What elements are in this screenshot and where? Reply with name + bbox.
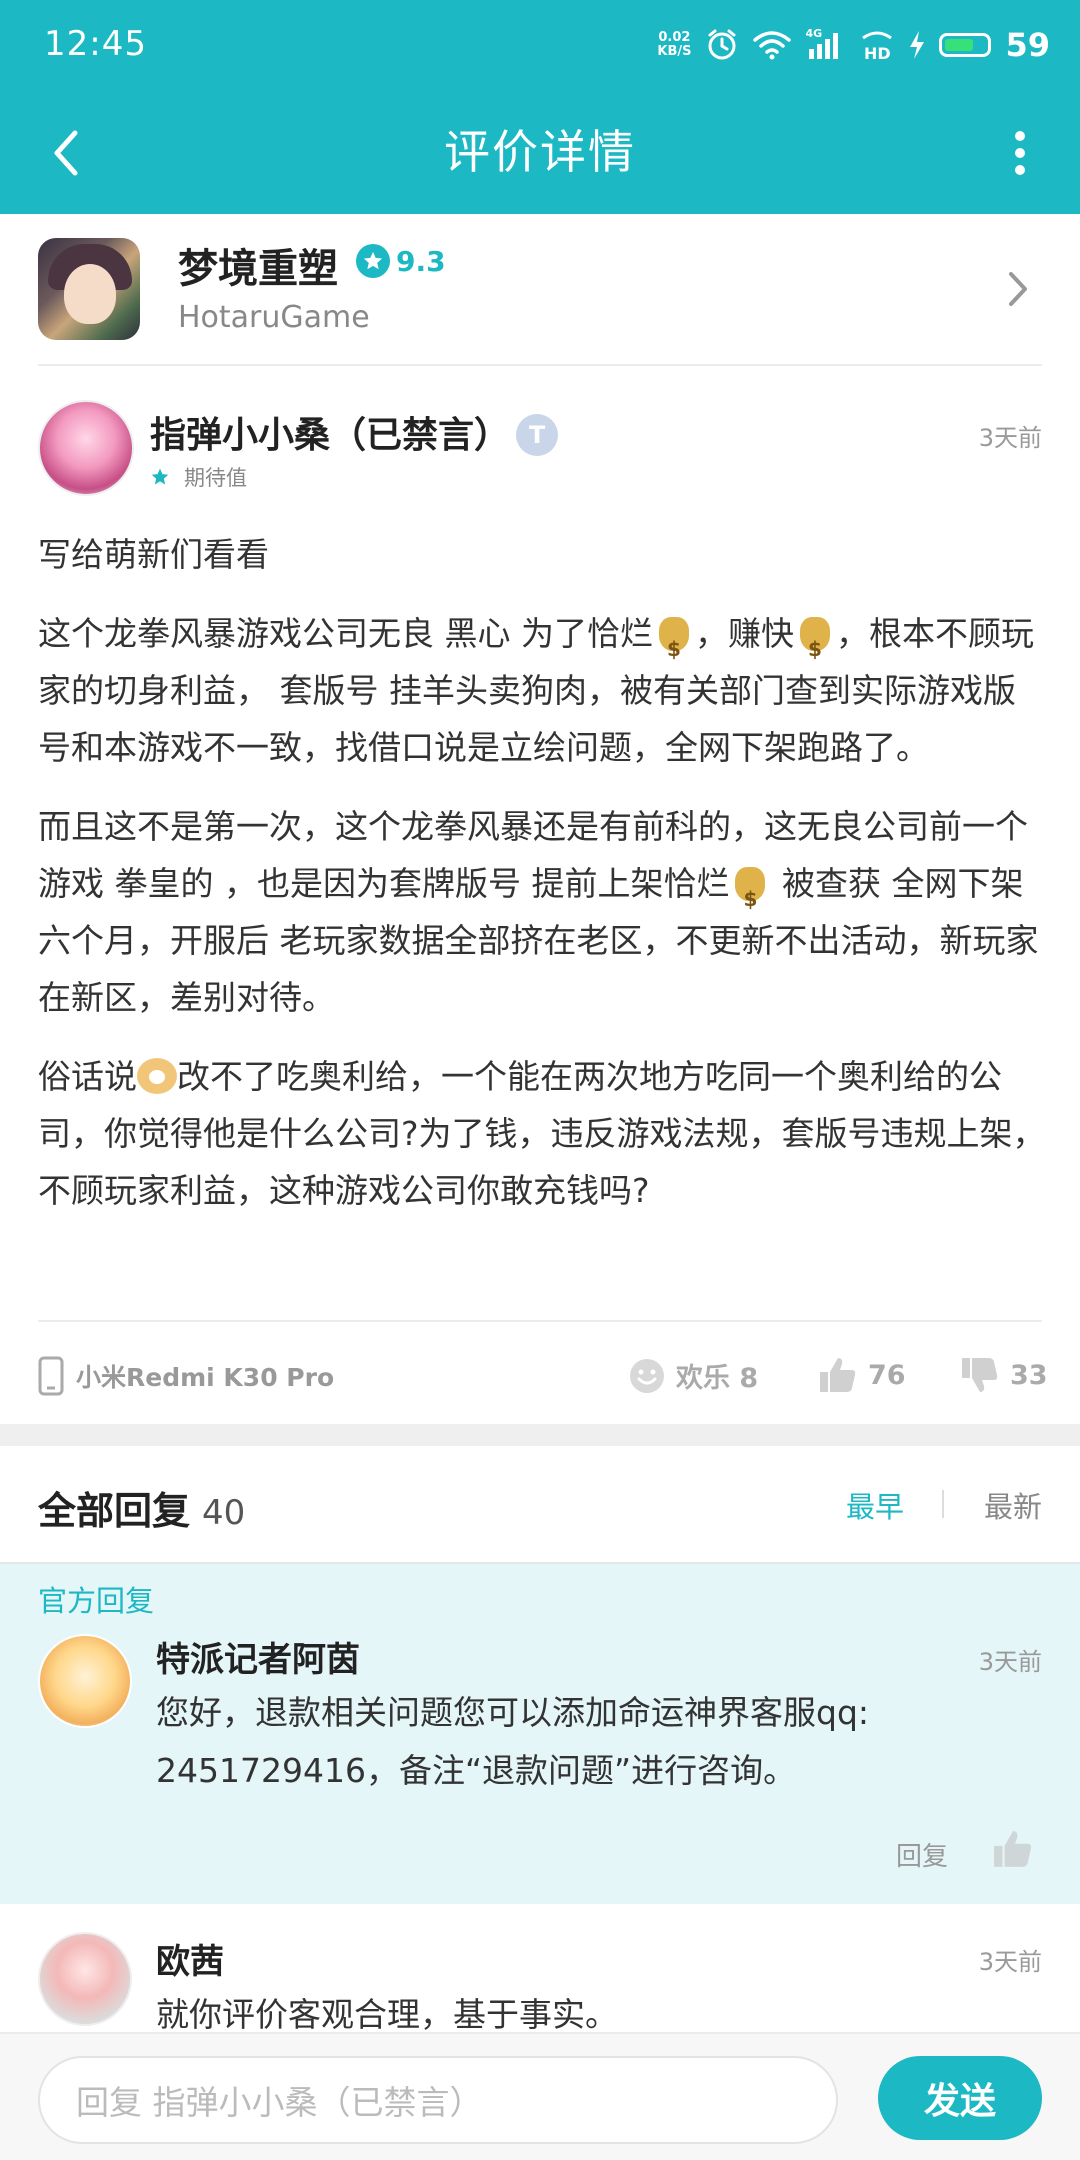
official-time: 3天前 [978, 1648, 1042, 1676]
replies-header: 全部回复 40 最早 最新 [0, 1446, 1080, 1562]
dog-emoji-icon [137, 1058, 177, 1094]
official-text-line: 2451729416，备注“退款问题”进行咨询。 [156, 1751, 797, 1790]
official-avatar[interactable] [38, 1634, 132, 1728]
svg-text:HD: HD [864, 44, 891, 62]
review-text: 俗话说 [38, 1057, 137, 1096]
game-developer: HotaruGame [178, 300, 370, 335]
review-header: 指弹小小桑（已禁言） T 3天前 期待值 [0, 400, 1080, 510]
expect-label: 期待值 [184, 466, 247, 490]
level-badge: T [516, 414, 558, 456]
review-body: 写给萌新们看看 这个龙拳风暴游戏公司无良 黑心 为了恰烂，赚快，根本不顾玩家的切… [38, 526, 1048, 1241]
review-paragraph: 这个龙拳风暴游戏公司无良 黑心 为了恰烂，赚快，根本不顾玩家的切身利益， 套版号… [38, 605, 1048, 776]
fun-button[interactable]: 欢乐 8 [628, 1356, 758, 1395]
official-text: 您好，退款相关问题您可以添加命运神界客服qq: 2451729416，备注“退款… [156, 1684, 1016, 1800]
header: 12:45 0.02 KB/S 4G HD 59 评价详情 [0, 0, 1080, 214]
game-card[interactable]: 梦境重塑 9.3 HotaruGame [0, 214, 1080, 366]
reply-time: 3天前 [978, 1948, 1042, 1976]
net-speed-unit: KB/S [657, 44, 692, 59]
expect-rating: 期待值 [150, 462, 247, 492]
like-count: 76 [868, 1359, 906, 1391]
net-speed-value: 0.02 [658, 30, 691, 45]
status-icons: 0.02 KB/S 4G HD 59 [657, 22, 1050, 68]
replies-title-text: 全部回复 [38, 1489, 191, 1533]
reply-avatar[interactable] [38, 1932, 132, 2026]
hd-call-icon: HD [862, 31, 893, 62]
fun-label: 欢乐 8 [676, 1363, 759, 1394]
official-text-line: 您好，退款相关问题您可以添加命运神界客服qq: [156, 1693, 870, 1732]
author-avatar[interactable] [38, 400, 134, 496]
dislike-button[interactable]: 33 [960, 1356, 1048, 1394]
rating-score: 9.3 [396, 244, 446, 278]
review-paragraph: 写给萌新们看看 [38, 535, 269, 574]
replies-title: 全部回复 40 [38, 1480, 245, 1535]
review-stats: 小米Redmi K30 Pro 欢乐 8 76 33 [0, 1336, 1080, 1416]
send-button[interactable]: 发送 [878, 2056, 1042, 2140]
charging-icon [910, 31, 925, 59]
like-button[interactable]: 76 [818, 1356, 906, 1394]
star-icon [356, 244, 390, 278]
review-text: 改不了吃奥利给，一个能在两次地方吃同一个奥利给的公司，你觉得他是什么公司?为了钱… [38, 1057, 1046, 1210]
phone-icon [38, 1356, 64, 1396]
official-name[interactable]: 特派记者阿茵 [156, 1632, 360, 1681]
more-options-button[interactable] [990, 118, 1050, 188]
net-speed: 0.02 KB/S [657, 31, 691, 59]
game-name: 梦境重塑 [178, 246, 338, 292]
page-title: 评价详情 [444, 125, 636, 179]
dislike-count: 33 [1010, 1359, 1048, 1391]
sort-latest-tab[interactable]: 最新 [984, 1484, 1042, 1526]
thumbs-down-icon [962, 1358, 998, 1392]
battery-icon [939, 33, 992, 57]
thumbs-up-icon [994, 1831, 1032, 1867]
more-vertical-icon [1015, 131, 1025, 175]
reply-author[interactable]: 欧茜 [156, 1934, 224, 1983]
official-reply: 官方回复 特派记者阿茵 3天前 您好，退款相关问题您可以添加命运神界客服qq: … [0, 1564, 1080, 1904]
divider [38, 1320, 1042, 1322]
star-icon [151, 468, 169, 485]
money-bag-icon [735, 867, 766, 928]
reply-button[interactable]: 回复 [896, 1836, 948, 1873]
section-separator [0, 1424, 1080, 1446]
reply-text: 就你评价客观合理，基于事实。 [156, 1995, 618, 2034]
divider [38, 364, 1042, 366]
app-screen: 12:45 0.02 KB/S 4G HD 59 评价详情 梦境重塑 9.3 H… [0, 0, 1080, 2160]
battery-level: 59 [1005, 26, 1050, 64]
official-like-button[interactable] [990, 1826, 1036, 1872]
reply-input[interactable]: 回复 指弹小小桑（已禁言） [38, 2056, 838, 2144]
replies-count: 40 [202, 1493, 246, 1533]
review-text: ，赚快 [694, 614, 794, 653]
game-icon [38, 238, 140, 340]
device-info: 小米Redmi K30 Pro [38, 1356, 334, 1396]
author-name[interactable]: 指弹小小桑（已禁言） [150, 406, 510, 458]
nav-bar: 评价详情 [0, 92, 1080, 214]
bottom-reply-bar: 回复 指弹小小桑（已禁言） 发送 [0, 2032, 1080, 2160]
review-paragraph: 俗话说 改不了吃奥利给，一个能在两次地方吃同一个奥利给的公司，你觉得他是什么公司?… [38, 1048, 1048, 1219]
review-paragraph: 而且这不是第一次，这个龙拳风暴还是有前科的，这无良公司前一个游戏 拳皇的 ，也是… [38, 798, 1048, 1026]
reply-item: 欧茜 3天前 就你评价客观合理，基于事实。 [0, 1904, 1080, 2034]
wifi-icon [753, 31, 792, 60]
signal-icon: 4G [805, 27, 845, 61]
review-time: 3天前 [978, 424, 1042, 452]
status-bar: 12:45 0.02 KB/S 4G HD 59 [0, 0, 1080, 92]
sort-earliest-tab[interactable]: 最早 [846, 1484, 904, 1526]
device-name: 小米Redmi K30 Pro [76, 1363, 335, 1392]
thumbs-up-icon [820, 1358, 856, 1392]
alarm-icon [708, 29, 736, 60]
game-rating: 9.3 [356, 244, 446, 278]
money-bag-icon [658, 617, 689, 678]
sort-divider [942, 1490, 944, 1518]
chevron-right-icon [998, 264, 1038, 314]
smiley-icon [630, 1358, 664, 1393]
official-reply-label: 官方回复 [38, 1584, 155, 1618]
status-time: 12:45 [44, 24, 147, 64]
review-text: 这个龙拳风暴游戏公司无良 黑心 为了恰烂 [38, 614, 653, 653]
money-bag-icon [799, 617, 830, 678]
